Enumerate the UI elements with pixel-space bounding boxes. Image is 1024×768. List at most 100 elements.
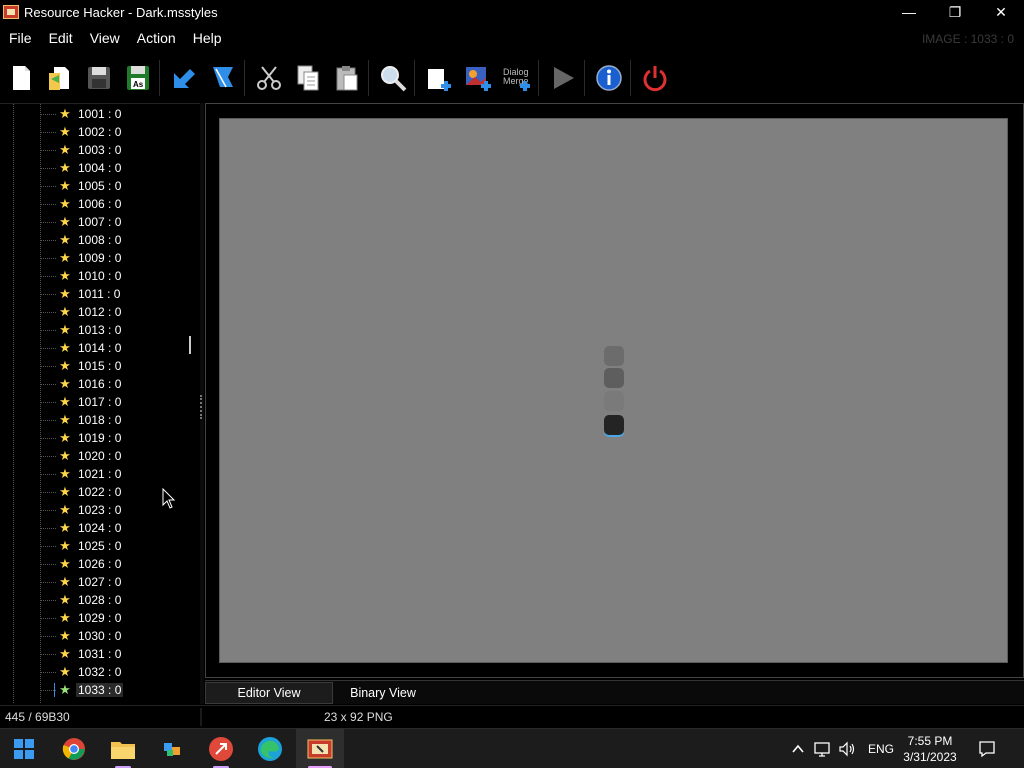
tree-item[interactable]: ★ 1015 : 0 — [40, 357, 121, 375]
volume-icon[interactable] — [838, 741, 856, 757]
language-indicator[interactable]: ENG — [868, 742, 894, 756]
resource-star-icon: ★ — [59, 628, 71, 643]
open-button[interactable] — [42, 60, 78, 96]
taskbar-edge[interactable] — [246, 729, 294, 768]
taskbar-resource-hacker[interactable] — [296, 729, 344, 768]
remote-app-icon — [209, 737, 233, 761]
tree-item-label: 1013 : 0 — [78, 323, 122, 337]
tree-item[interactable]: ★ 1013 : 0 — [40, 321, 121, 339]
resource-star-icon: ★ — [59, 106, 71, 121]
mouse-cursor-icon — [162, 488, 176, 509]
splitter-grip[interactable] — [200, 395, 203, 419]
copy-button[interactable] — [290, 60, 326, 96]
tree-item[interactable]: ★ 1027 : 0 — [40, 573, 121, 591]
tree-branch-line — [40, 401, 56, 403]
tree-item[interactable]: ★ 1019 : 0 — [40, 429, 121, 447]
add-blank-resource-button[interactable] — [421, 60, 457, 96]
tree-item[interactable]: ★ 1002 : 0 — [40, 123, 121, 141]
taskbar-file-explorer[interactable] — [99, 729, 147, 768]
chevron-up-icon[interactable] — [790, 741, 806, 757]
menu-edit[interactable]: Edit — [40, 28, 81, 50]
tree-item[interactable]: ★ 1028 : 0 — [40, 591, 121, 609]
tree-item[interactable]: ★ 1014 : 0 — [40, 339, 121, 357]
tree-item-label: 1015 : 0 — [78, 359, 122, 373]
network-icon[interactable] — [814, 741, 832, 757]
new-button[interactable] — [3, 60, 39, 96]
tree-branch-line — [40, 509, 56, 511]
tree-item[interactable]: ★ 1031 : 0 — [40, 645, 121, 663]
tree-item-label: 1024 : 0 — [78, 521, 122, 535]
tree-item[interactable]: ★ 1005 : 0 — [40, 177, 121, 195]
resource-tree[interactable]: ★ 1001 : 0 ★ 1002 : 0 ★ 1003 : 0 ★ 1004 : 0 ★ 100… — [0, 103, 200, 704]
tree-item[interactable]: ★ 1030 : 0 — [40, 627, 121, 645]
tree-item[interactable]: ★ 1001 : 0 — [40, 105, 121, 123]
taskbar-clock[interactable]: 7:55 PM 3/31/2023 — [898, 733, 962, 765]
tree-item[interactable]: ★ 1004 : 0 — [40, 159, 121, 177]
tree-item-label: 1016 : 0 — [78, 377, 122, 391]
resource-star-icon: ★ — [59, 160, 71, 175]
tree-item[interactable]: ★ 1022 : 0 — [40, 483, 121, 501]
save-button[interactable] — [81, 60, 117, 96]
start-button[interactable] — [0, 729, 48, 768]
paste-button[interactable] — [329, 60, 365, 96]
resource-star-icon: ★ — [59, 520, 71, 535]
tree-item[interactable]: ★ 1024 : 0 — [40, 519, 121, 537]
tree-item[interactable]: ★ 1029 : 0 — [40, 609, 121, 627]
menu-action[interactable]: Action — [128, 28, 184, 50]
tree-branch-line — [40, 347, 56, 349]
menu-view[interactable]: View — [81, 28, 128, 50]
taskbar-pinned-app[interactable] — [148, 729, 196, 768]
save-as-button[interactable]: As — [120, 60, 156, 96]
tree-item-label: 1027 : 0 — [78, 575, 122, 589]
tree-item[interactable]: ★ 1011 : 0 — [40, 285, 120, 303]
tree-item[interactable]: ★ 1017 : 0 — [40, 393, 121, 411]
add-dialog-merge-icon: DialogMerge — [503, 67, 530, 91]
exit-icon — [643, 66, 667, 92]
tree-item[interactable]: ★ 1025 : 0 — [40, 537, 121, 555]
tree-item[interactable]: ★ 1007 : 0 — [40, 213, 121, 231]
restore-button[interactable]: ❐ — [932, 0, 978, 24]
tree-item[interactable]: ★ 1032 : 0 — [40, 663, 121, 681]
restore-icon: ❐ — [948, 3, 962, 20]
about-button[interactable] — [591, 60, 627, 96]
app-icon[interactable] — [3, 5, 19, 19]
cut-button[interactable] — [251, 60, 287, 96]
tree-item[interactable]: ★ 1021 : 0 — [40, 465, 121, 483]
close-button[interactable]: ✕ — [978, 0, 1024, 24]
tree-item[interactable]: ★ 1016 : 0 — [40, 375, 121, 393]
tab-binary-view[interactable]: Binary View — [333, 682, 433, 704]
tree-item[interactable]: ★ 1006 : 0 — [40, 195, 121, 213]
tree-item[interactable]: ★ 1018 : 0 — [40, 411, 121, 429]
tree-item[interactable]: ★ 1023 : 0 — [40, 501, 121, 519]
tree-scrollbar-thumb[interactable] — [189, 336, 191, 354]
status-image-info: 23 x 92 PNG — [324, 709, 393, 724]
tree-item[interactable]: ★ 1009 : 0 — [40, 249, 121, 267]
tree-item[interactable]: ★ 1010 : 0 — [40, 267, 121, 285]
tab-editor-view[interactable]: Editor View — [205, 681, 333, 704]
minimize-button[interactable]: — — [886, 0, 932, 24]
taskbar-chrome[interactable] — [50, 729, 98, 768]
add-dialog-merge-button[interactable]: Dialog Merge — [499, 60, 535, 96]
tree-item[interactable]: ★ 1003 : 0 — [40, 141, 121, 159]
bookmark-button[interactable] — [205, 60, 241, 96]
run-button[interactable] — [545, 60, 581, 96]
notification-button[interactable] — [978, 729, 996, 768]
tree-item[interactable]: ★ 1012 : 0 — [40, 303, 121, 321]
resource-star-icon: ★ — [59, 232, 71, 247]
compile-button[interactable] — [166, 60, 202, 96]
tree-item-label: 1005 : 0 — [78, 179, 122, 193]
taskbar-remote-app[interactable] — [197, 729, 245, 768]
save-icon — [88, 67, 110, 89]
tree-item[interactable]: ★ 1008 : 0 — [40, 231, 121, 249]
menu-help[interactable]: Help — [184, 28, 230, 50]
tree-item[interactable]: ★ 1026 : 0 — [40, 555, 121, 573]
tree-item[interactable]: ★ 1020 : 0 — [40, 447, 121, 465]
find-button[interactable] — [375, 60, 411, 96]
resource-star-icon: ★ — [59, 664, 71, 679]
menu-file[interactable]: File — [0, 28, 40, 50]
resource-star-icon: ★ — [59, 340, 71, 355]
tree-branch-line — [40, 545, 56, 547]
tree-item[interactable]: ★ 1033 : 0 — [40, 681, 124, 699]
add-image-resource-button[interactable] — [460, 60, 496, 96]
exit-button[interactable] — [637, 60, 673, 96]
